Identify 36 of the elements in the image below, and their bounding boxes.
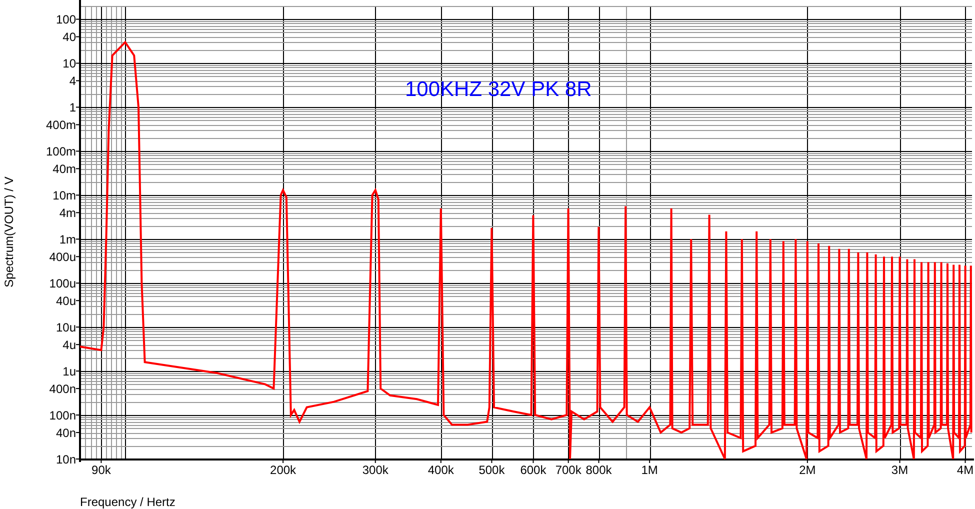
y-tick-label: 1 — [69, 100, 76, 115]
y-tick-label: 1u — [62, 364, 76, 379]
y-tick-label: 40u — [56, 294, 76, 308]
x-tick-label: 2M — [799, 463, 816, 477]
y-tick-label: 40n — [56, 426, 76, 440]
y-tick-label: 1m — [59, 232, 76, 247]
y-tick-label: 100n — [49, 408, 76, 423]
y-tick-label: 10m — [52, 188, 76, 203]
y-tick-label: 10n — [56, 452, 76, 466]
x-tick-label: 800k — [586, 463, 612, 477]
y-tick-label: 10u — [56, 320, 76, 335]
y-tick-label: 100u — [49, 276, 76, 291]
y-tick-label: 100m — [46, 144, 76, 159]
x-tick-label: 4M — [956, 463, 974, 477]
x-tick-label: 400k — [428, 463, 454, 477]
y-tick-label: 4m — [59, 206, 76, 220]
x-tick-label: 700k — [555, 463, 582, 477]
y-tick-label: 4u — [62, 338, 76, 352]
x-tick-label: 300k — [362, 463, 388, 477]
y-tick-label: 100 — [56, 12, 76, 27]
x-tick-label: 200k — [270, 463, 296, 477]
x-axis-label: Frequency / Hertz — [80, 495, 176, 509]
x-tick-label: 3M — [891, 463, 908, 477]
x-tick-label: 600k — [520, 463, 546, 477]
y-tick-label: 400u — [49, 250, 76, 264]
y-tick-label: 40 — [62, 30, 76, 44]
y-tick-label: 400m — [46, 118, 76, 132]
y-tick-label: 400n — [49, 382, 76, 396]
x-tick-label: 500k — [478, 463, 505, 477]
y-tick-label: 40m — [52, 162, 76, 176]
x-tick-label: 90k — [92, 463, 111, 477]
plot-title: 100KHZ 32V PK 8R — [405, 78, 592, 101]
y-tick-label: 10 — [62, 56, 76, 71]
y-axis-label: Spectrum(VOUT) / V — [2, 176, 16, 288]
y-tick-label: 4 — [69, 74, 76, 88]
x-tick-label: 1M — [641, 463, 658, 477]
